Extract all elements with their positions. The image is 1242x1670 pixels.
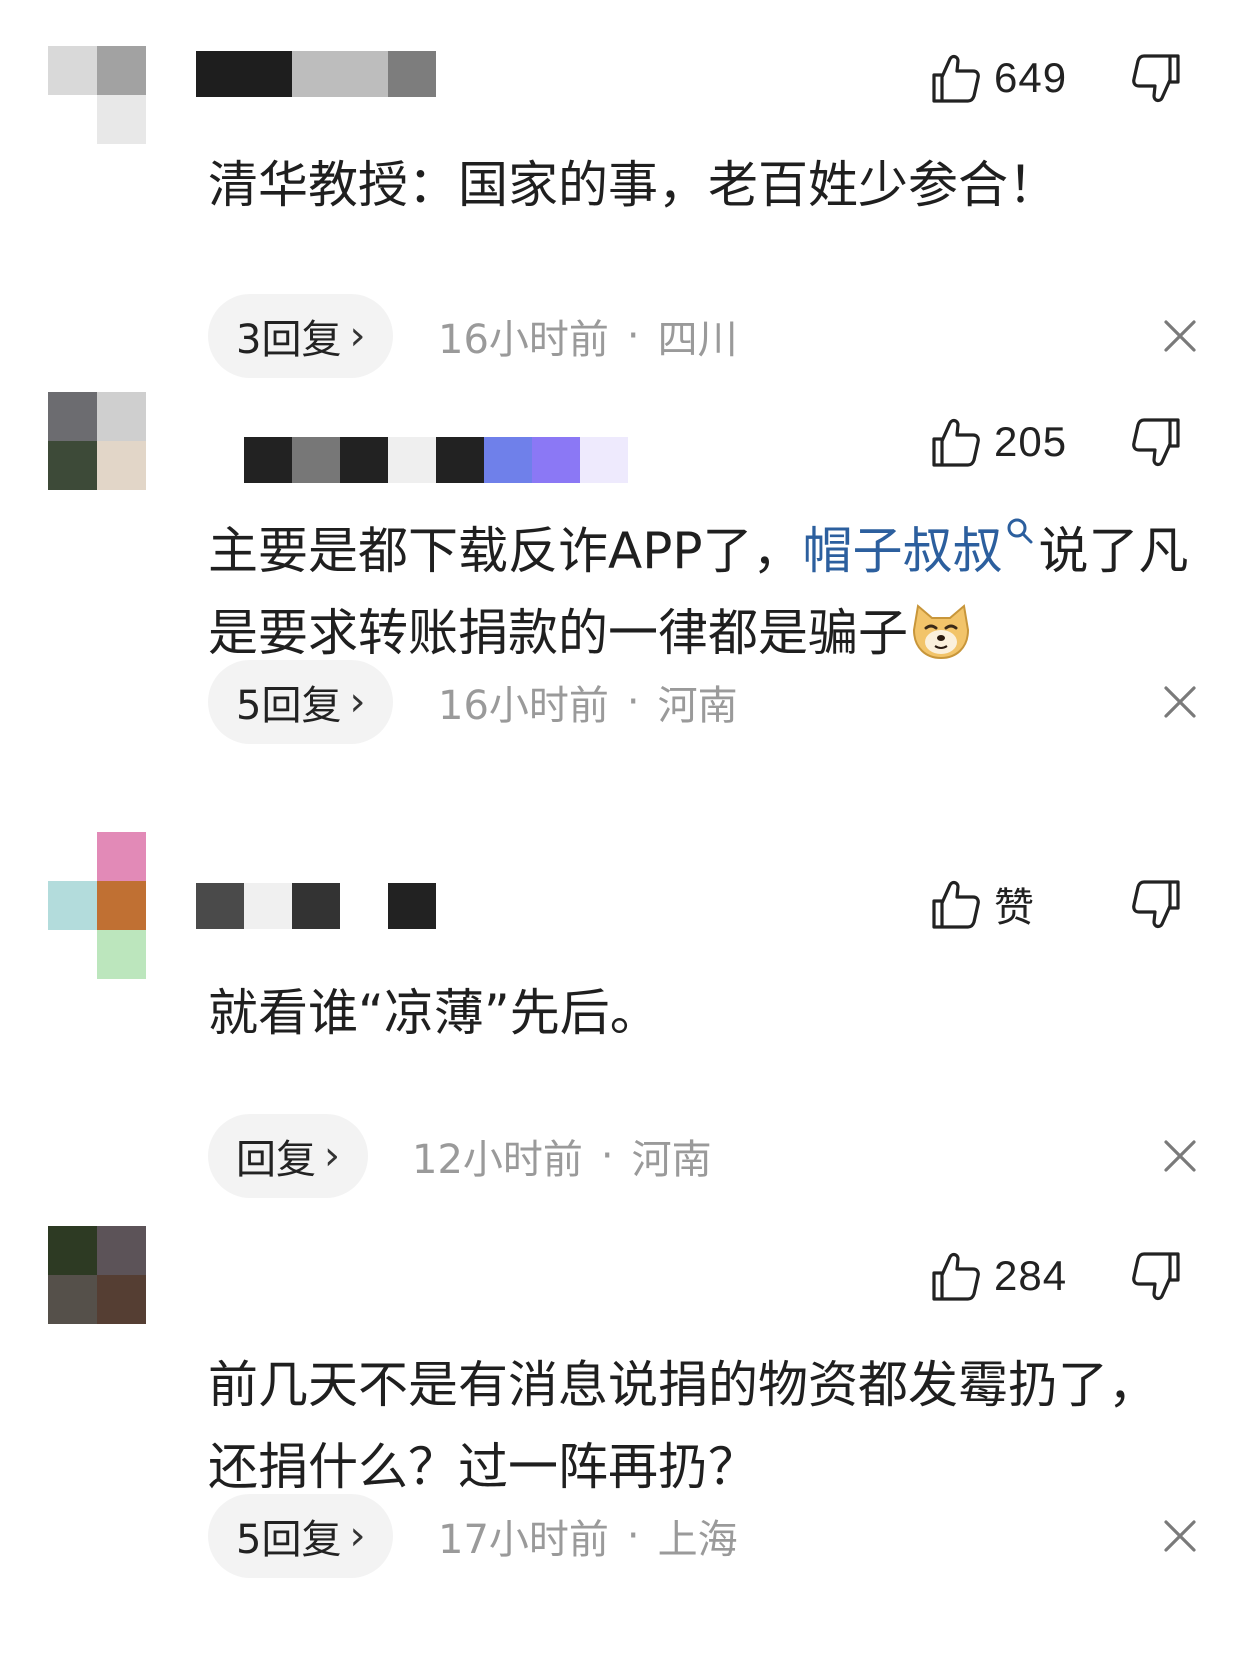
- like-count: 205: [994, 418, 1068, 465]
- timestamp-location: 16小时前 · 四川: [438, 294, 738, 378]
- location: 河南: [657, 683, 738, 729]
- chevron-right-icon: ›: [349, 1513, 366, 1559]
- doge-emoji-icon: [912, 604, 970, 660]
- close-icon[interactable]: [1162, 1518, 1198, 1554]
- reply-label: 回复: [236, 1137, 316, 1183]
- username-blurred[interactable]: [196, 882, 436, 930]
- thumbs-up-icon: [932, 418, 980, 467]
- timestamp-location: 16小时前 · 河南: [438, 660, 738, 744]
- reply-button[interactable]: 3回复 ›: [208, 294, 394, 378]
- reply-label: 3回复: [236, 317, 342, 363]
- timestamp: 12小时前: [412, 1137, 583, 1183]
- reply-label: 5回复: [236, 683, 342, 729]
- comment-text-part: 主要是都下载反诈APP了，: [208, 522, 803, 580]
- thumbs-up-icon: [932, 1252, 980, 1301]
- thumbs-down-icon[interactable]: [1130, 878, 1184, 932]
- separator: ·: [600, 1133, 614, 1179]
- comment-meta: 回复 › 12小时前 · 河南: [208, 1114, 1198, 1198]
- close-icon[interactable]: [1162, 684, 1198, 720]
- comment-meta: 5回复 › 16小时前 · 河南: [208, 660, 1198, 744]
- comment-text: 前几天不是有消息说捐的物资都发霉扔了，还捐什么？过一阵再扔？: [208, 1356, 1158, 1496]
- reply-button[interactable]: 回复 ›: [208, 1114, 368, 1198]
- like-button[interactable]: 赞: [928, 876, 1035, 932]
- chevron-right-icon: ›: [349, 313, 366, 359]
- avatar[interactable]: [48, 392, 146, 490]
- location: 河南: [631, 1137, 712, 1183]
- mention-link[interactable]: 帽子叔叔: [803, 522, 1003, 580]
- like-button[interactable]: 284: [928, 1248, 1067, 1304]
- like-label: 赞: [994, 886, 1035, 930]
- comment-text: 主要是都下载反诈APP了，帽子叔叔 说了凡是要求转账捐款的一律都是骗子: [208, 510, 1198, 674]
- timestamp: 16小时前: [438, 317, 609, 363]
- timestamp: 17小时前: [438, 1517, 609, 1563]
- reply-label: 5回复: [236, 1517, 342, 1563]
- reply-button[interactable]: 5回复 ›: [208, 1494, 394, 1578]
- location: 上海: [657, 1517, 738, 1563]
- username-blurred[interactable]: [210, 436, 628, 484]
- chevron-right-icon: ›: [349, 679, 366, 725]
- separator: ·: [626, 1513, 640, 1559]
- username-blurred[interactable]: [196, 1246, 346, 1294]
- thumbs-down-icon[interactable]: [1130, 52, 1184, 106]
- separator: ·: [626, 679, 640, 725]
- thumbs-down-icon[interactable]: [1130, 416, 1184, 470]
- timestamp-location: 17小时前 · 上海: [438, 1494, 738, 1578]
- like-count: 649: [994, 54, 1068, 101]
- like-button[interactable]: 205: [928, 414, 1067, 470]
- comment-text: 就看谁“凉薄”先后。: [208, 984, 660, 1042]
- close-icon[interactable]: [1162, 1138, 1198, 1174]
- like-count: 284: [994, 1252, 1068, 1299]
- reply-button[interactable]: 5回复 ›: [208, 660, 394, 744]
- comment-text: 清华教授：国家的事，老百姓少参合！: [208, 156, 1058, 214]
- location: 四川: [657, 317, 738, 363]
- thumbs-up-icon: [932, 54, 980, 103]
- timestamp: 16小时前: [438, 683, 609, 729]
- close-icon[interactable]: [1162, 318, 1198, 354]
- username-blurred[interactable]: [196, 50, 436, 98]
- timestamp-location: 12小时前 · 河南: [412, 1114, 712, 1198]
- comment-meta: 5回复 › 17小时前 · 上海: [208, 1494, 1198, 1578]
- avatar[interactable]: [48, 832, 146, 979]
- search-icon[interactable]: [1005, 516, 1035, 550]
- comment-meta: 3回复 › 16小时前 · 四川: [208, 294, 1198, 378]
- avatar[interactable]: [48, 46, 146, 144]
- chevron-right-icon: ›: [324, 1133, 340, 1179]
- thumbs-up-icon: [932, 880, 980, 929]
- like-button[interactable]: 649: [928, 50, 1067, 106]
- separator: ·: [626, 313, 640, 359]
- avatar[interactable]: [48, 1226, 146, 1324]
- thumbs-down-icon[interactable]: [1130, 1250, 1184, 1304]
